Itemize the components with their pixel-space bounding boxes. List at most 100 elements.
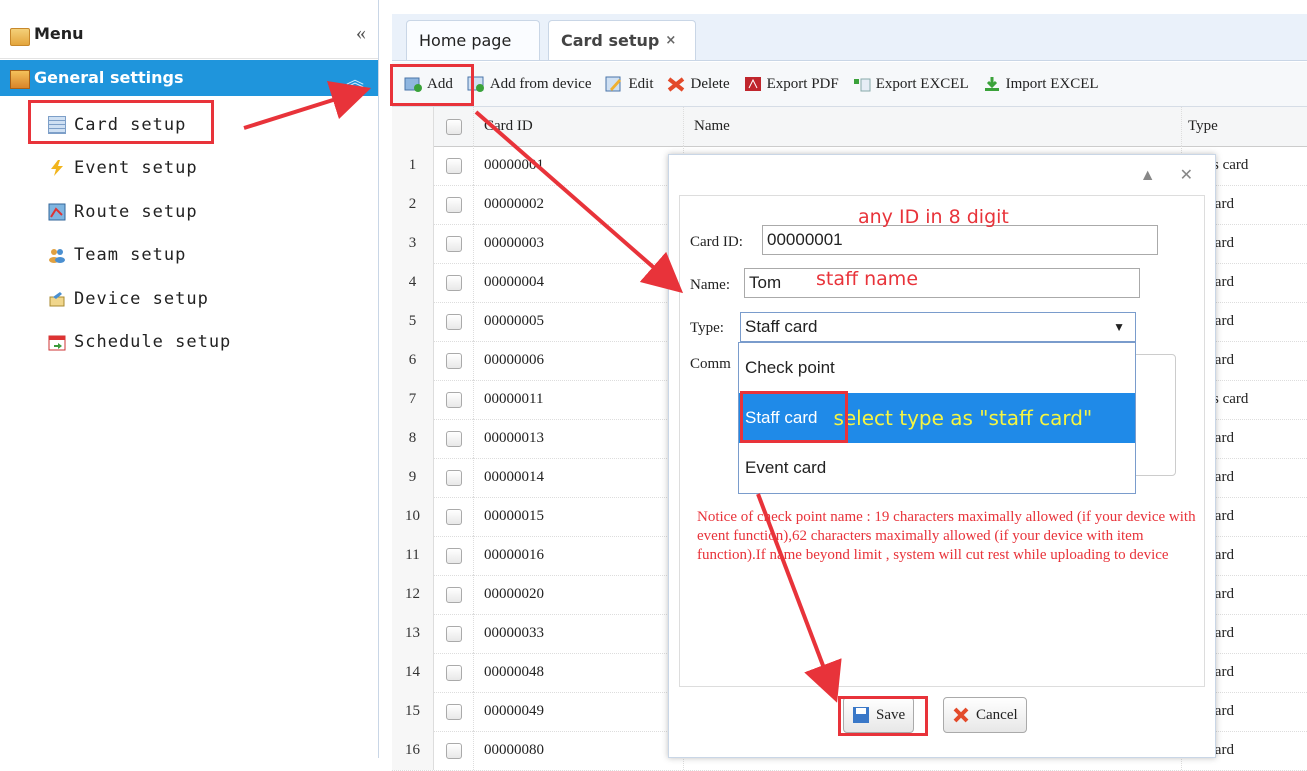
tab-card-setup[interactable]: Card setup × xyxy=(548,20,696,60)
type-hint-annotation: select type as "staff card" xyxy=(833,406,1093,430)
row-number: 12 xyxy=(392,575,434,614)
row-checkbox[interactable] xyxy=(434,341,474,380)
tab-home-page[interactable]: Home page xyxy=(406,20,540,60)
name-field[interactable]: Tom xyxy=(744,268,1140,298)
card-id-cell: 00000080 xyxy=(474,731,684,770)
highlight-add xyxy=(390,64,474,106)
import-icon xyxy=(984,77,999,91)
row-checkbox[interactable] xyxy=(434,575,474,614)
cancel-button[interactable]: Cancel xyxy=(943,697,1027,733)
row-number: 11 xyxy=(392,536,434,575)
delete-icon xyxy=(668,77,685,92)
card-id-cell: 00000004 xyxy=(474,263,684,302)
sidebar-item-label: Event setup xyxy=(74,158,198,178)
excel-export-icon xyxy=(853,78,871,92)
sidebar-item-schedule-setup[interactable]: Schedule setup xyxy=(48,328,231,356)
row-checkbox[interactable] xyxy=(434,692,474,731)
card-id-label: Card ID: xyxy=(690,234,743,250)
row-checkbox[interactable] xyxy=(434,224,474,263)
tab-label: Home page xyxy=(419,31,512,50)
card-id-cell: 00000006 xyxy=(474,341,684,380)
edit-label: Edit xyxy=(628,75,654,92)
card-id-cell: 00000033 xyxy=(474,614,684,653)
type-select[interactable]: Staff card ▼ xyxy=(740,312,1136,342)
edit-button[interactable]: Edit xyxy=(605,76,653,93)
name-hint-annotation: staff name xyxy=(816,268,919,290)
card-id-cell: 00000005 xyxy=(474,302,684,341)
row-checkbox[interactable] xyxy=(434,653,474,692)
import-excel-button[interactable]: Import EXCEL xyxy=(983,76,1099,93)
cancel-label: Cancel xyxy=(976,706,1018,723)
sidebar-item-route-setup[interactable]: Route setup xyxy=(48,198,198,226)
highlight-save xyxy=(838,696,928,736)
collapse-icon[interactable]: « xyxy=(356,22,366,45)
menu-title: Menu xyxy=(34,24,84,43)
column-header-card-id[interactable]: Card ID xyxy=(474,107,684,146)
delete-button[interactable]: Delete xyxy=(667,76,730,93)
select-all-checkbox[interactable] xyxy=(434,107,474,146)
tab-label: Card setup xyxy=(561,31,660,50)
row-number: 8 xyxy=(392,419,434,458)
add-from-device-button[interactable]: Add from device xyxy=(467,75,592,93)
row-number: 14 xyxy=(392,653,434,692)
row-checkbox[interactable] xyxy=(434,146,474,185)
close-icon[interactable]: × xyxy=(665,33,676,48)
row-number: 5 xyxy=(392,302,434,341)
card-id-cell: 00000014 xyxy=(474,458,684,497)
row-number: 3 xyxy=(392,224,434,263)
row-number: 7 xyxy=(392,380,434,419)
column-header-name[interactable]: Name xyxy=(684,107,1182,146)
row-number: 6 xyxy=(392,341,434,380)
row-number: 15 xyxy=(392,692,434,731)
dialog-header: ▲ ✕ xyxy=(669,155,1215,195)
sidebar-item-label: Device setup xyxy=(74,289,209,309)
comment-label: Comm xyxy=(690,356,731,372)
edit-icon xyxy=(605,76,622,92)
option-check-point[interactable]: Check point xyxy=(739,343,1135,393)
type-label: Type: xyxy=(690,320,724,336)
calendar-icon xyxy=(48,335,66,351)
dialog-controls[interactable]: ▲ ✕ xyxy=(1140,165,1203,185)
sidebar-item-event-setup[interactable]: Event setup xyxy=(48,154,198,182)
card-id-cell: 00000015 xyxy=(474,497,684,536)
column-header-type[interactable]: Type xyxy=(1182,107,1307,146)
row-checkbox[interactable] xyxy=(434,380,474,419)
row-checkbox[interactable] xyxy=(434,614,474,653)
menu-header: Menu « xyxy=(0,14,378,59)
row-checkbox[interactable] xyxy=(434,536,474,575)
import-excel-label: Import EXCEL xyxy=(1005,75,1099,92)
row-checkbox[interactable] xyxy=(434,497,474,536)
chevron-down-icon: ▼ xyxy=(1113,320,1125,334)
option-event-card[interactable]: Event card xyxy=(739,443,1135,493)
card-id-cell: 00000002 xyxy=(474,185,684,224)
toolbar: Add Add from device Edit Delete Export P… xyxy=(392,62,1307,107)
add-from-device-label: Add from device xyxy=(489,75,592,92)
row-number: 16 xyxy=(392,731,434,770)
type-value: Staff card xyxy=(745,317,818,336)
row-checkbox[interactable] xyxy=(434,185,474,224)
row-checkbox[interactable] xyxy=(434,263,474,302)
row-checkbox[interactable] xyxy=(434,731,474,770)
card-id-cell: 00000013 xyxy=(474,419,684,458)
export-pdf-button[interactable]: Export PDF xyxy=(744,76,839,93)
row-checkbox[interactable] xyxy=(434,419,474,458)
settings-folder-icon xyxy=(10,70,30,89)
general-settings-header[interactable]: General settings ︽ xyxy=(0,60,378,96)
export-excel-button[interactable]: Export EXCEL xyxy=(853,76,969,93)
row-checkbox[interactable] xyxy=(434,302,474,341)
card-id-cell: 00000049 xyxy=(474,692,684,731)
row-number: 9 xyxy=(392,458,434,497)
notice-text: Notice of check point name : 19 characte… xyxy=(697,509,1196,563)
sidebar-item-device-setup[interactable]: Device setup xyxy=(48,285,209,313)
tab-bar: Home page Card setup × xyxy=(392,14,1307,61)
map-icon xyxy=(48,203,66,221)
team-icon xyxy=(49,249,65,263)
sidebar-item-team-setup[interactable]: Team setup xyxy=(48,241,186,269)
card-id-cell: 00000011 xyxy=(474,380,684,419)
row-checkbox[interactable] xyxy=(434,458,474,497)
lightning-icon xyxy=(51,160,63,176)
chevron-up-icon[interactable]: ︽ xyxy=(346,66,364,92)
row-number: 10 xyxy=(392,497,434,536)
card-id-field[interactable]: 00000001 xyxy=(762,225,1158,255)
card-id-value: 00000001 xyxy=(767,230,843,249)
